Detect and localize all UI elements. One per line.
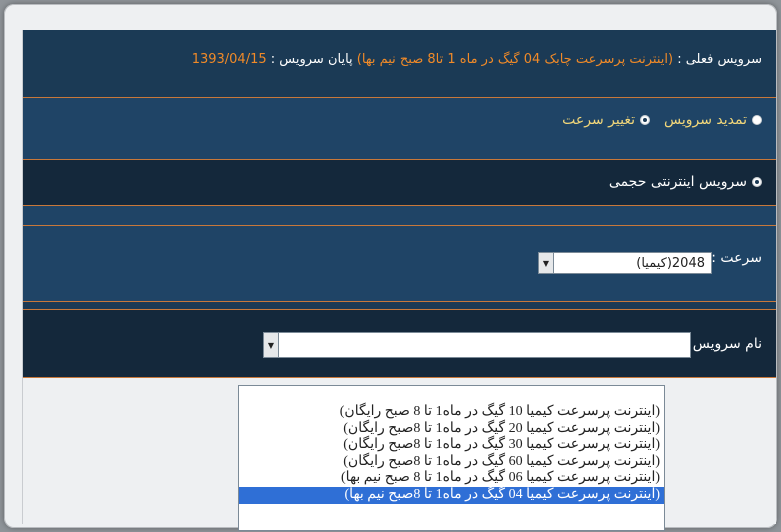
extend-service-radio[interactable]: تمدید سرویس <box>664 112 762 128</box>
radio-checked-icon <box>752 177 762 187</box>
dropdown-option[interactable] <box>239 386 664 404</box>
spacer-row-2 <box>23 302 776 310</box>
dropdown-option[interactable]: (اینترنت پرسرعت کیمیا 20 گیگ در ماه1 تا … <box>239 421 664 438</box>
chevron-down-icon[interactable]: ▼ <box>264 333 279 357</box>
change-speed-radio[interactable]: تغییر سرعت <box>562 112 650 128</box>
current-service-text: سرویس فعلی : (اینترنت پرسرعت چابک 04 گیگ… <box>192 52 762 67</box>
service-end-date: 1393/04/15 <box>191 52 267 67</box>
dropdown-option[interactable]: (اینترنت پرسرعت کیمیا 30 گیگ در ماه1 تا … <box>239 437 664 454</box>
service-name-label: نام سرویس : <box>683 336 762 352</box>
speed-label: سرعت : <box>711 250 762 266</box>
service-name-select[interactable]: ▼ <box>263 332 691 358</box>
volume-service-radio[interactable]: سرویس اینترنتی حجمی <box>609 174 762 190</box>
service-name-row: نام سرویس : ▼ <box>23 310 776 378</box>
dropdown-option[interactable]: (اینترنت پرسرعت کیمیا 60 گیگ در ماه1 تا … <box>239 454 664 471</box>
dropdown-option[interactable]: (اینترنت پرسرعت کیمیا 06 گیگ در ماه1 تا … <box>239 470 664 487</box>
service-name-dropdown-list[interactable]: (اینترنت پرسرعت کیمیا 10 گیگ در ماه1 تا … <box>238 385 665 531</box>
service-action-row: تمدید سرویس تغییر سرعت <box>23 98 776 160</box>
service-end-label: پایان سرویس : <box>270 52 353 67</box>
extend-service-label: تمدید سرویس <box>664 112 747 128</box>
volume-service-label: سرویس اینترنتی حجمی <box>608 174 747 190</box>
chevron-down-icon[interactable]: ▼ <box>539 253 554 273</box>
current-service-name: (اینترنت پرسرعت چابک 04 گیگ در ماه 1 تا8… <box>356 52 674 67</box>
current-service-row: سرویس فعلی : (اینترنت پرسرعت چابک 04 گیگ… <box>23 30 776 98</box>
dropdown-option-selected[interactable]: (اینترنت پرسرعت کیمیا 04 گیگ در ماه1 تا … <box>239 486 664 504</box>
service-type-row: سرویس اینترنتی حجمی <box>23 160 776 206</box>
radio-checked-icon <box>640 115 650 125</box>
current-service-prefix: سرویس فعلی : <box>677 52 762 67</box>
spacer-row <box>23 206 776 226</box>
radio-icon <box>752 115 762 125</box>
speed-select[interactable]: 2048(کیمیا) ▼ <box>538 252 712 274</box>
change-speed-label: تغییر سرعت <box>562 112 635 128</box>
dropdown-option[interactable]: (اینترنت پرسرعت کیمیا 10 گیگ در ماه1 تا … <box>239 404 664 421</box>
speed-row: سرعت : 2048(کیمیا) ▼ <box>23 226 776 302</box>
speed-select-value: 2048(کیمیا) <box>636 255 705 271</box>
